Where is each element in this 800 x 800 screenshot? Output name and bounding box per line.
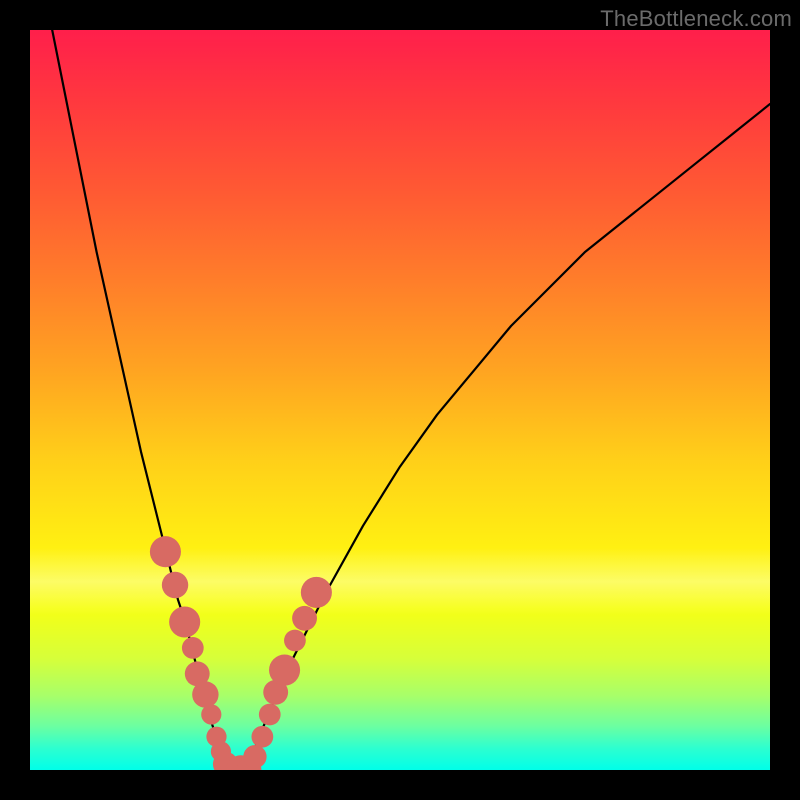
data-marker <box>259 704 281 726</box>
chart-frame: TheBottleneck.com <box>0 0 800 800</box>
curve-group <box>52 30 770 770</box>
data-marker <box>301 577 332 608</box>
data-marker <box>243 745 266 768</box>
data-marker <box>162 572 188 598</box>
data-marker <box>150 536 181 567</box>
data-marker <box>251 726 273 748</box>
markers-group <box>150 536 332 770</box>
data-marker <box>269 655 300 686</box>
watermark-text: TheBottleneck.com <box>600 6 792 32</box>
data-marker <box>192 681 218 707</box>
data-marker <box>292 606 317 631</box>
data-marker <box>201 704 221 724</box>
data-marker <box>182 637 204 659</box>
data-marker <box>169 606 200 637</box>
chart-svg <box>30 30 770 770</box>
bottleneck-curve <box>52 30 770 770</box>
plot-area <box>30 30 770 770</box>
data-marker <box>284 630 306 652</box>
